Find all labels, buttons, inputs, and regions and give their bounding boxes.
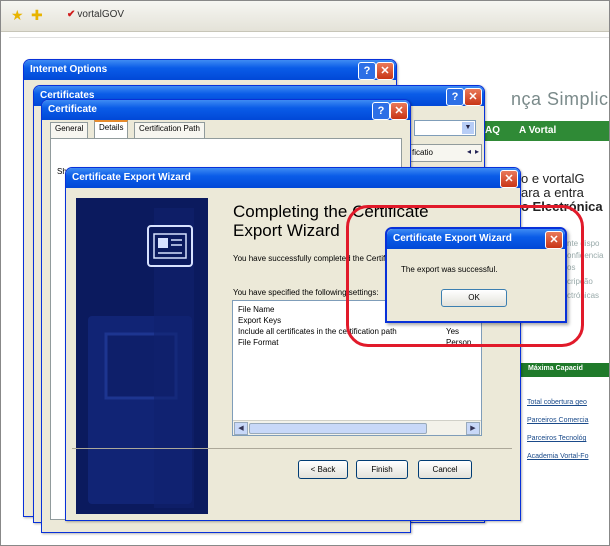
vortal-logo-icon: ✔ <box>67 9 76 20</box>
help-button[interactable]: ? <box>446 88 464 106</box>
site-slogan: nça Simplicid <box>511 89 609 109</box>
cancel-button[interactable]: Cancel <box>418 460 472 479</box>
scroll-thumb[interactable] <box>249 423 427 434</box>
star-icon[interactable]: ★ <box>11 8 24 22</box>
site-link[interactable]: Parceiros Tecnológ <box>527 435 586 442</box>
close-button[interactable]: ✕ <box>376 62 394 80</box>
nav-item-faq[interactable]: AQ <box>485 125 500 136</box>
help-button[interactable]: ? <box>372 102 390 120</box>
tab-label[interactable]: ficatio <box>412 148 433 157</box>
tab-general[interactable]: General <box>50 122 89 139</box>
site-link[interactable]: Academia Vortal-Fo <box>527 453 588 460</box>
browser-tab-title: vortalGOV <box>77 9 125 20</box>
nav-item-vortal[interactable]: A Vortal <box>519 125 556 136</box>
divider <box>9 37 609 38</box>
back-button[interactable]: < Back <box>298 460 348 479</box>
site-intro-line: o e vortalG <box>521 171 585 186</box>
browser-toolbar: ★ ✚ ✔ vortalGOV <box>1 1 609 32</box>
tab-strip: ficatio ◂ ▸ <box>408 144 482 162</box>
export-wizard-titlebar: Certificate Export Wizard ✕ <box>66 168 520 188</box>
internet-options-title: Internet Options <box>30 64 108 75</box>
divider <box>72 448 512 449</box>
site-intro-line: ara a entra <box>521 185 584 200</box>
certificate-titlebar: Certificate ? ✕ <box>42 100 410 120</box>
site-navbar: AQ A Vortal <box>481 121 609 141</box>
scroll-right-icon[interactable]: ▶ <box>466 422 480 435</box>
site-section-title: Máxima Capacid <box>528 365 583 372</box>
close-button[interactable]: ✕ <box>464 88 482 106</box>
site-section-header: Máxima Capacid <box>521 363 609 377</box>
certificate-icon <box>147 225 193 267</box>
wizard-banner-art <box>76 198 208 514</box>
setting-name: File Format <box>238 338 279 347</box>
certificate-title: Certificate <box>48 104 97 115</box>
add-favorite-icon[interactable]: ✚ <box>31 8 43 22</box>
browser-tab[interactable]: ✔ vortalGOV <box>67 9 124 20</box>
site-link[interactable]: Total cobertura geo <box>527 399 587 406</box>
chevron-left-icon[interactable]: ◂ <box>467 147 471 156</box>
setting-name: Export Keys <box>238 316 282 325</box>
purpose-dropdown[interactable]: ▼ <box>414 120 476 136</box>
help-button[interactable]: ? <box>358 62 376 80</box>
highlight-annotation <box>346 205 584 347</box>
tab-certification-path[interactable]: Certification Path <box>134 122 205 139</box>
internet-options-titlebar: Internet Options ? ✕ <box>24 60 396 80</box>
site-link[interactable]: Parceiros Comercia <box>527 417 588 424</box>
screenshot-frame: ★ ✚ ✔vortalGOV nça Simplicid AQ A Vortal… <box>0 0 610 546</box>
export-wizard-title: Certificate Export Wizard <box>72 172 191 183</box>
chevron-down-icon[interactable]: ▼ <box>462 122 474 134</box>
scroll-left-icon[interactable]: ◀ <box>234 422 248 435</box>
wizard-banner <box>76 198 208 514</box>
finish-button[interactable]: Finish <box>356 460 408 479</box>
close-button[interactable]: ✕ <box>500 170 518 188</box>
chevron-right-icon[interactable]: ▸ <box>475 147 479 156</box>
horizontal-scrollbar[interactable]: ◀ ▶ <box>233 420 481 435</box>
close-button[interactable]: ✕ <box>390 102 408 120</box>
setting-name: File Name <box>238 305 275 314</box>
